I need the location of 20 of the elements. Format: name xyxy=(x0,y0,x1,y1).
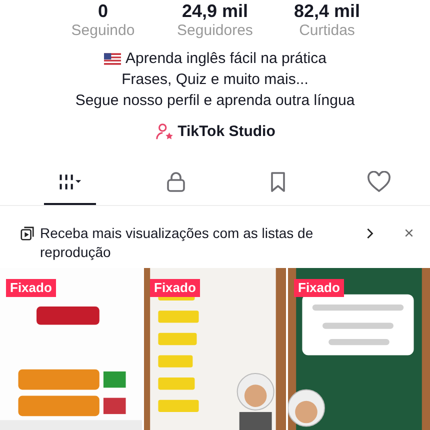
stat-label: Seguidores xyxy=(177,21,253,41)
chevron-right-icon[interactable] xyxy=(365,227,374,240)
stat-count: 24,9 mil xyxy=(182,1,248,21)
pinned-badge: Fixado xyxy=(294,278,344,297)
bio-text: Segue nosso perfil e aprenda outra língua xyxy=(75,91,355,111)
close-icon[interactable] xyxy=(404,228,414,238)
stat-label: Curtidas xyxy=(299,21,355,41)
stat-label: Seguindo xyxy=(71,21,135,41)
playlist-icon xyxy=(20,226,35,241)
flag-icon xyxy=(104,52,121,64)
stat-count: 0 xyxy=(98,1,108,21)
stat-count: 82,4 mil xyxy=(294,1,360,21)
pinned-badge: Fixado xyxy=(150,278,200,297)
person-star-icon xyxy=(154,122,174,141)
heart-icon xyxy=(367,171,392,193)
playlist-promo-text: Receba mais visualizações com as listas de reprodução xyxy=(40,224,314,262)
pinned-badge: Fixado xyxy=(6,278,56,297)
studio-link[interactable]: TikTok Studio xyxy=(154,122,276,141)
bio-text: Aprenda inglês fácil na prática xyxy=(126,49,326,69)
bio-text: Frases, Quiz e muito mais... xyxy=(122,70,308,90)
